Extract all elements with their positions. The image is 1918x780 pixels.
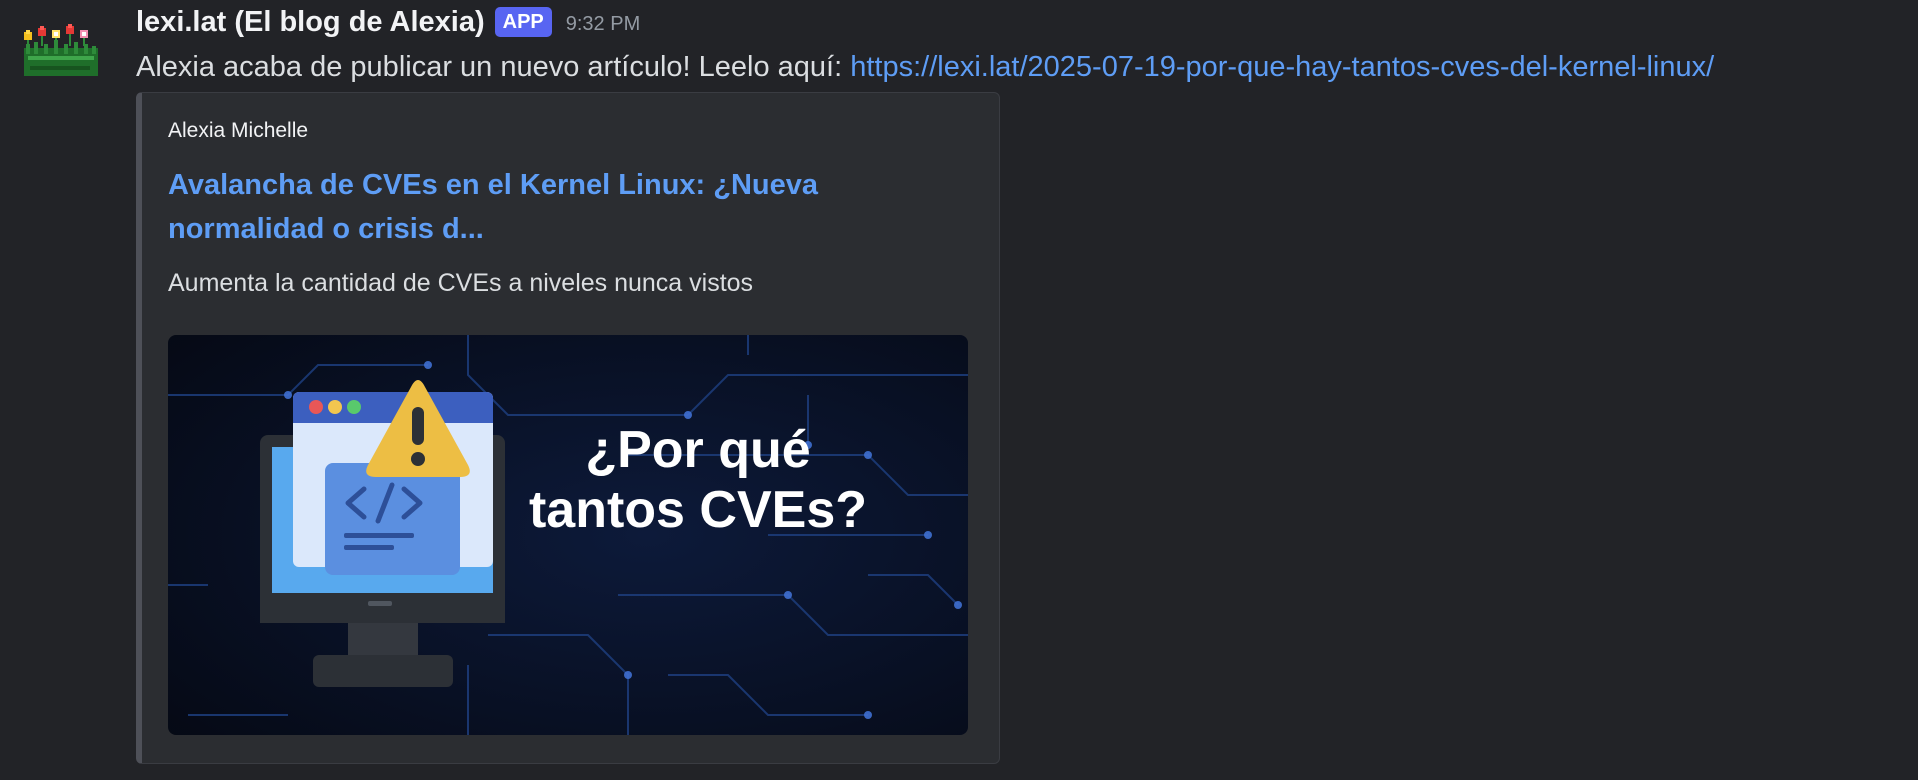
image-headline-line1: ¿Por qué xyxy=(585,421,810,479)
embed-author: Alexia Michelle xyxy=(168,119,309,142)
username[interactable]: lexi.lat (El blog de Alexia) xyxy=(136,6,485,39)
timestamp[interactable]: 9:32 PM xyxy=(566,13,640,36)
image-headline-line2: tantos CVEs? xyxy=(529,481,867,539)
message-text: Alexia acaba de publicar un nuevo artícu… xyxy=(136,51,851,83)
link-embed: Alexia Michelle Avalancha de CVEs en el … xyxy=(136,92,1000,764)
code-icon xyxy=(325,463,460,575)
message-body: lexi.lat (El blog de Alexia) APP 9:32 PM… xyxy=(136,4,1896,764)
embed-title[interactable]: Avalancha de CVEs en el Kernel Linux: ¿N… xyxy=(168,163,848,251)
message-link[interactable]: https://lexi.lat/2025-07-19-por-que-hay-… xyxy=(850,51,1714,83)
pixel-flowers-icon xyxy=(24,24,98,76)
avatar[interactable] xyxy=(20,22,102,78)
embed-image[interactable]: ¿Por qué tantos CVEs? xyxy=(168,335,968,735)
app-badge: APP xyxy=(494,7,552,37)
chat-message: lexi.lat (El blog de Alexia) APP 9:32 PM… xyxy=(0,0,1918,780)
embed-image-graphic: ¿Por qué tantos CVEs? xyxy=(168,335,968,735)
embed-description: Aumenta la cantidad de CVEs a niveles nu… xyxy=(168,269,754,297)
message-header: lexi.lat (El blog de Alexia) APP 9:32 PM xyxy=(136,4,1896,40)
message-content: Alexia acaba de publicar un nuevo artícu… xyxy=(136,48,1896,86)
